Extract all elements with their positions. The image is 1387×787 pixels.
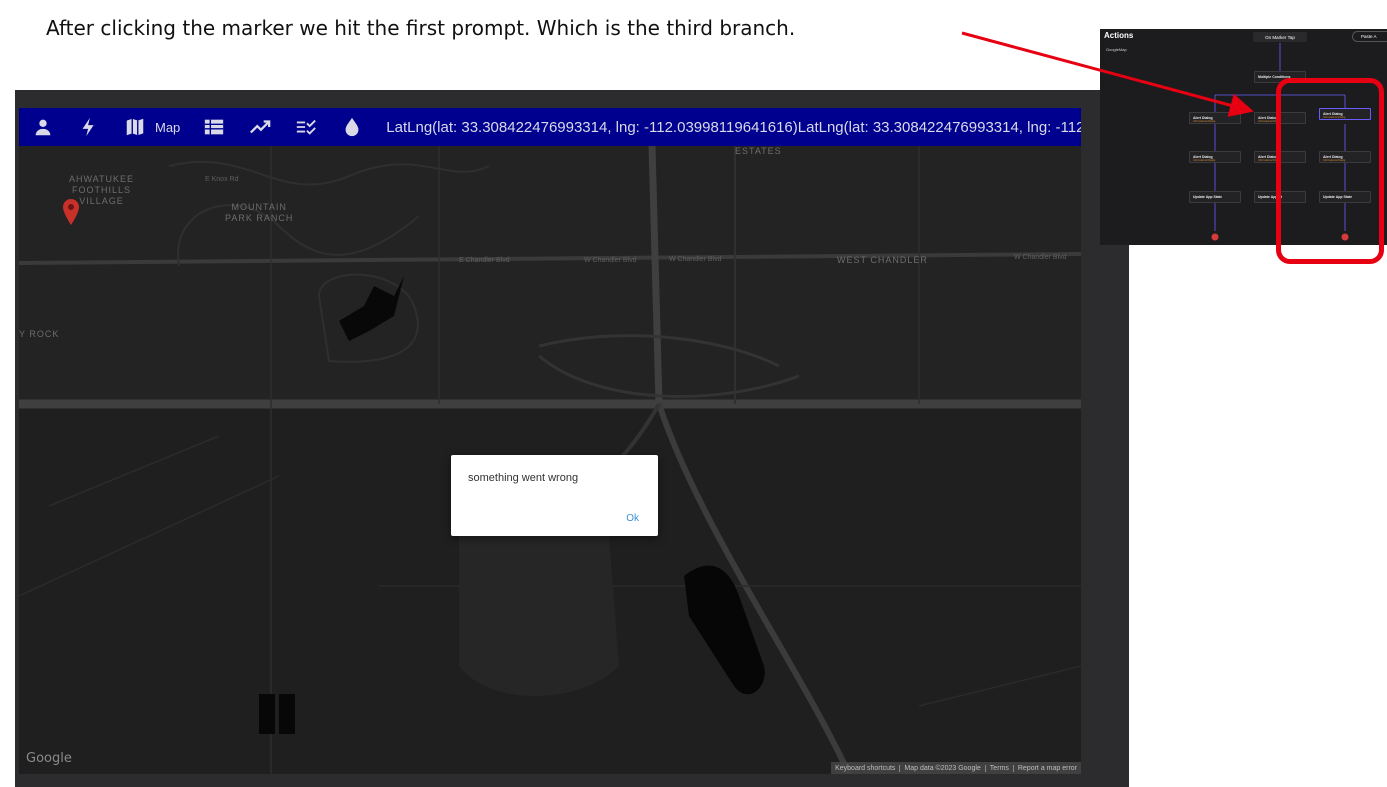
street-label: E Knox Rd — [205, 176, 239, 183]
app-toolbar: Map LatLng(lat: 33.308422476993314, lng:… — [19, 108, 1081, 146]
map-tab-label[interactable]: Map — [155, 120, 180, 135]
third-branch-highlight — [1276, 78, 1384, 264]
drop-icon[interactable] — [334, 108, 370, 146]
report-error-link[interactable]: Report a map error — [1012, 764, 1081, 772]
area-label-rock: Y ROCK — [19, 329, 60, 339]
caption-text: After clicking the marker we hit the fir… — [46, 16, 796, 40]
flow-node[interactable]: Update App State — [1189, 191, 1241, 203]
street-label: W Chandler Blvd — [669, 256, 722, 263]
map-icon[interactable] — [117, 108, 153, 146]
keyboard-shortcuts-link[interactable]: Keyboard shortcuts — [831, 765, 899, 772]
trending-icon[interactable] — [242, 108, 278, 146]
ok-button[interactable]: Ok — [626, 513, 639, 524]
area-label-west-chandler: WEST CHANDLER — [837, 255, 928, 265]
street-label: W Chandler Blvd — [584, 257, 637, 264]
map-attribution: Keyboard shortcuts Map data ©2023 Google… — [831, 762, 1081, 774]
flow-node[interactable]: Alert Dialog Informational Dialog — [1189, 151, 1241, 163]
terms-link[interactable]: Terms — [984, 764, 1013, 772]
map-marker-icon[interactable] — [63, 199, 79, 225]
map-data-text: Map data ©2023 Google — [899, 764, 984, 772]
area-label-mountain-park: MOUNTAIN PARK RANCH — [225, 202, 294, 223]
map-view[interactable]: AHWATUKEE FOOTHILLS VILLAGE MOUNTAIN PAR… — [19, 146, 1081, 774]
checklist-icon[interactable] — [288, 108, 324, 146]
alert-dialog: something went wrong Ok — [451, 455, 658, 536]
dialog-message: something went wrong — [468, 472, 579, 484]
flow-node[interactable]: Alert Dialog Informational Dialog — [1189, 112, 1241, 124]
street-label: W Chandler Blvd — [1014, 254, 1067, 261]
street-label: E Chandler Blvd — [459, 257, 510, 264]
app-screenshot: Map LatLng(lat: 33.308422476993314, lng:… — [15, 90, 1129, 787]
google-logo: Google — [26, 751, 72, 766]
person-icon[interactable] — [25, 108, 61, 146]
area-label-estates: ESTATES — [735, 146, 782, 156]
bolt-icon[interactable] — [71, 108, 107, 146]
table-icon[interactable] — [196, 108, 232, 146]
latlng-readout: LatLng(lat: 33.308422476993314, lng: -11… — [386, 118, 1081, 136]
